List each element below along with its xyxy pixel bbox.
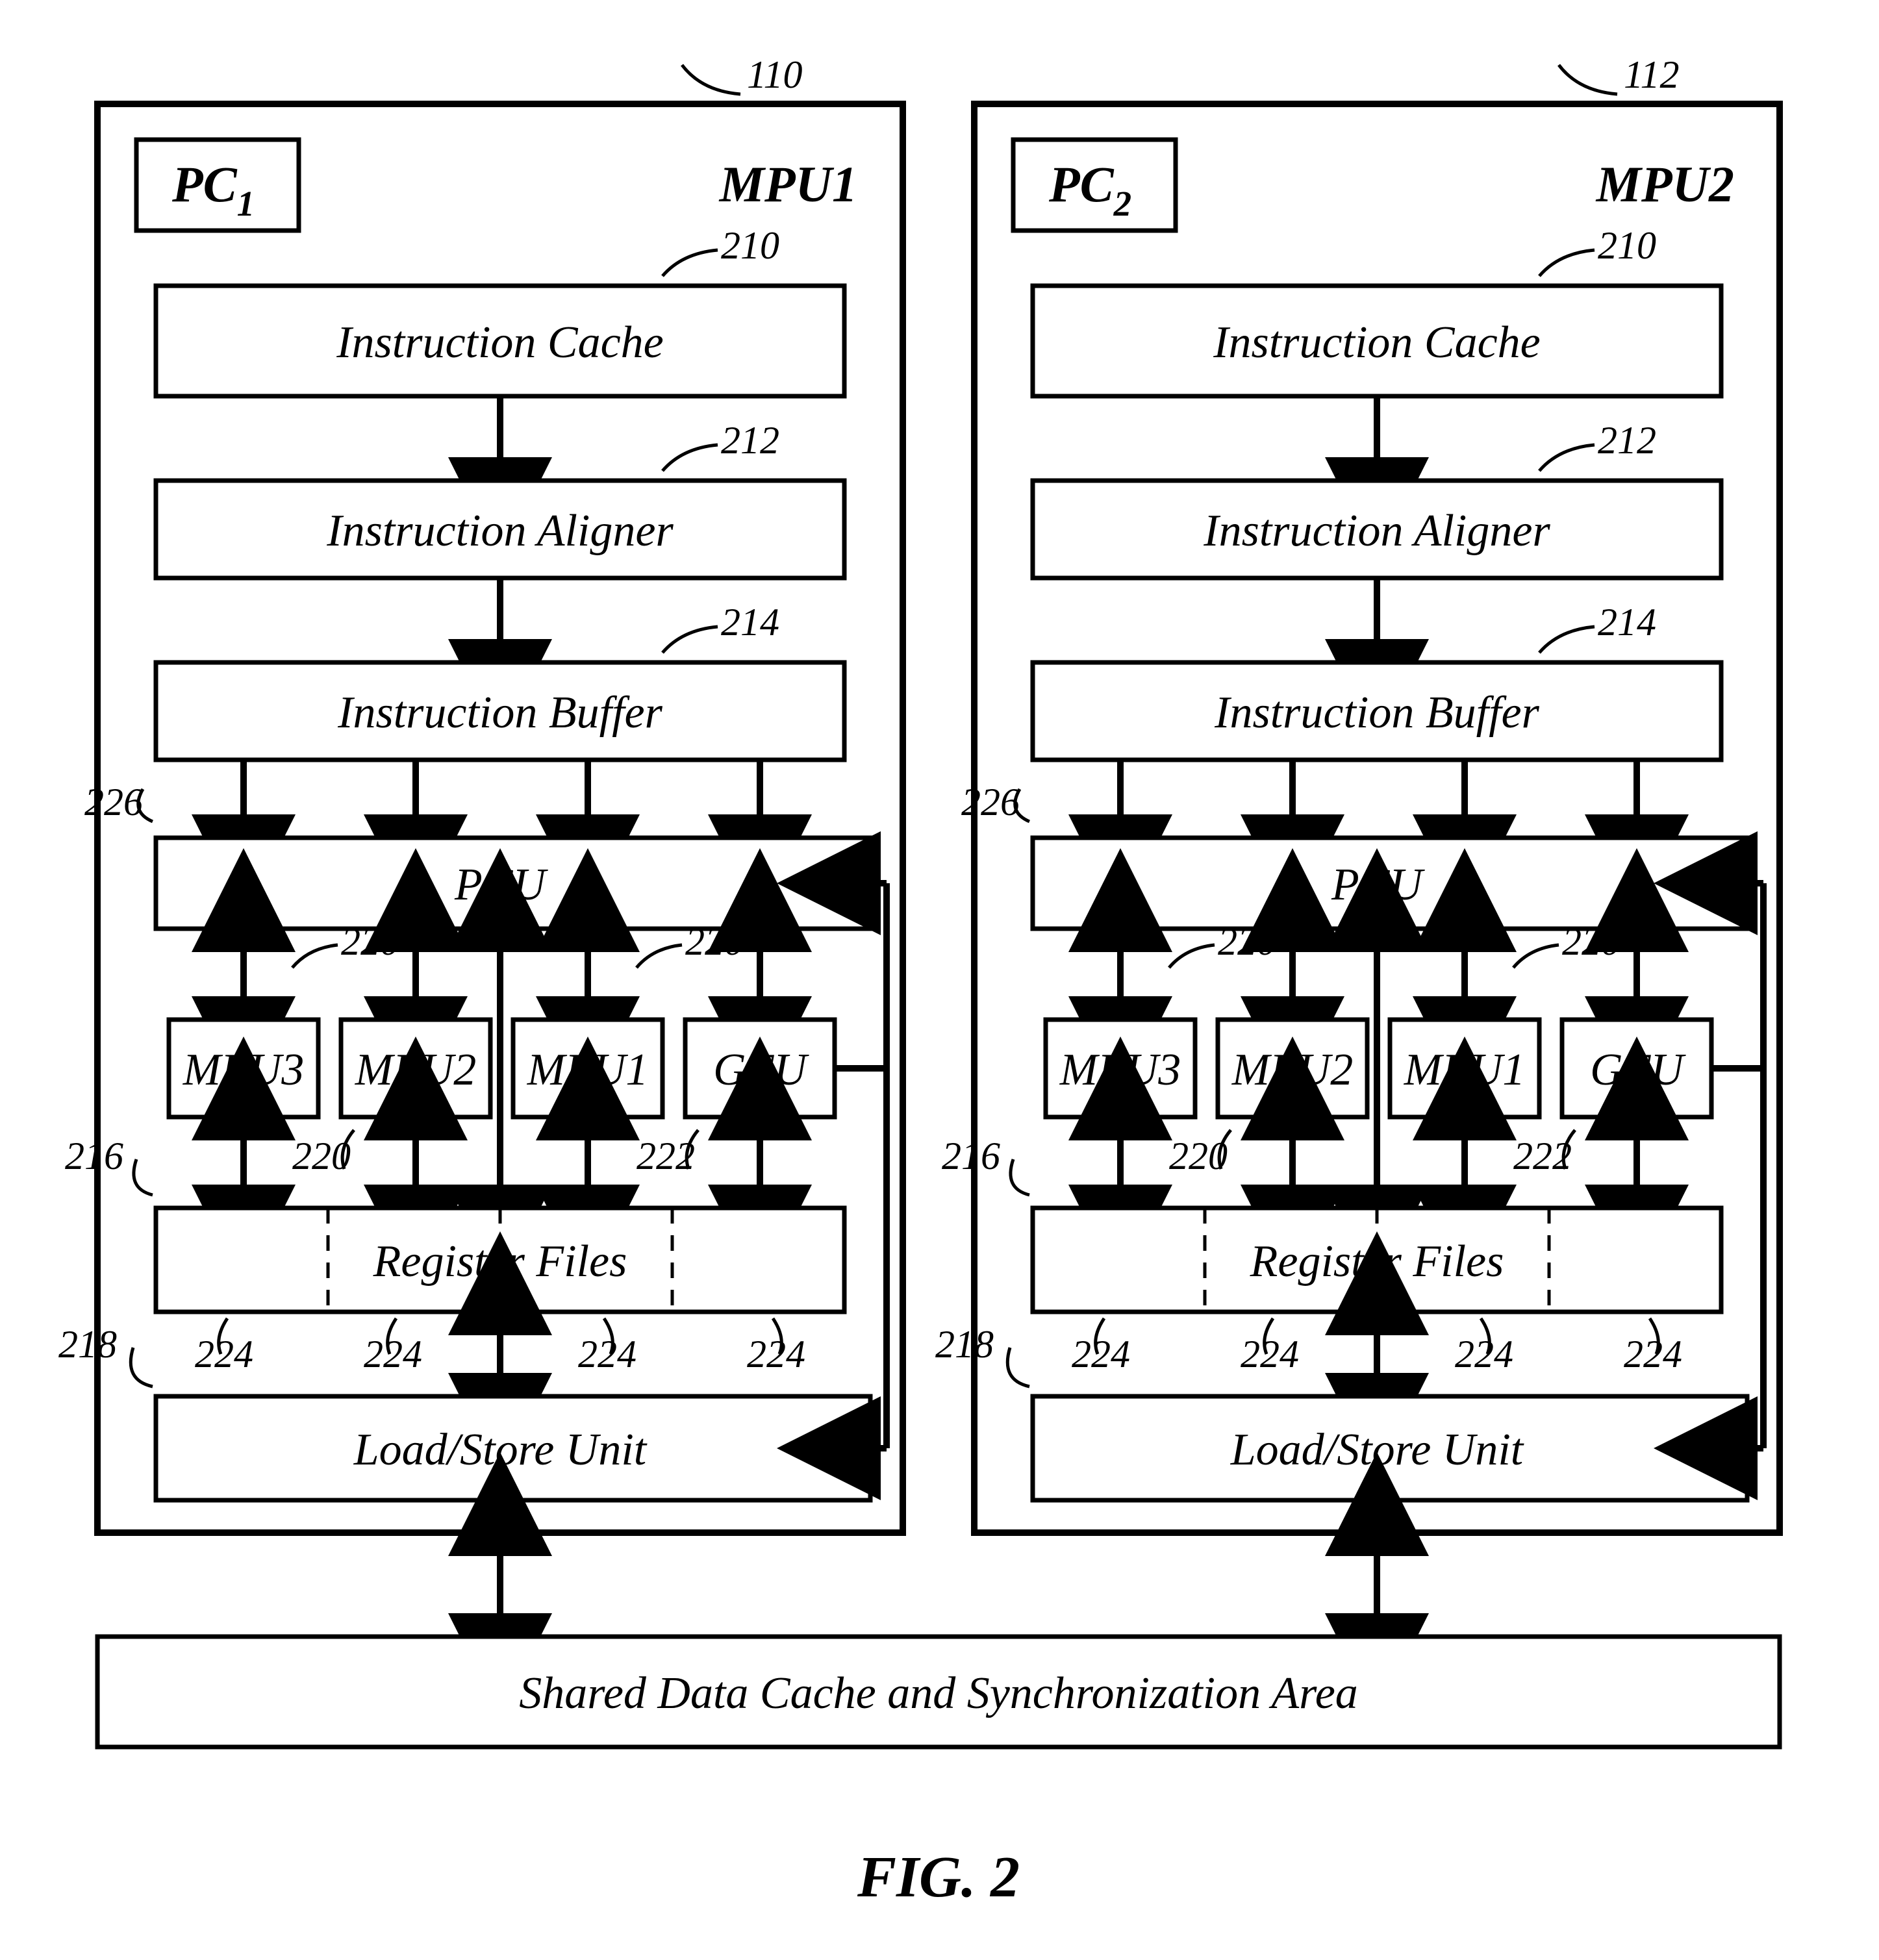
ref-aligner-2: 212 <box>1598 419 1656 462</box>
lead-214-1 <box>662 627 718 653</box>
lead-220a-1 <box>292 945 338 968</box>
ref-aligner-1: 212 <box>721 419 779 462</box>
ref-224b-1: 224 <box>364 1333 422 1376</box>
ref-224a-2: 224 <box>1072 1333 1130 1376</box>
aligner-text-1: Instruction Aligner <box>326 506 674 556</box>
mfu1-text-1: MFU1 <box>527 1045 649 1095</box>
lead-210-2 <box>1539 250 1595 276</box>
figure-caption: FIG. 2 <box>857 1845 1020 1909</box>
icache-text-1: Instruction Cache <box>336 318 664 368</box>
mfu3-text-1: MFU3 <box>183 1045 305 1095</box>
lead-212-2 <box>1539 445 1595 471</box>
ref-mfu2-2: 220 <box>1169 1135 1228 1177</box>
lead-112 <box>1559 65 1617 94</box>
lead-218-1 <box>131 1348 153 1387</box>
mfu2-text-1: MFU2 <box>355 1045 477 1095</box>
aligner-text-2: Instruction Aligner <box>1203 506 1550 556</box>
lead-220a-2 <box>1169 945 1215 968</box>
ref-regfiles-1: 216 <box>65 1135 123 1177</box>
ref-224d-1: 224 <box>747 1333 805 1376</box>
ref-gfu-2: 222 <box>1513 1135 1572 1177</box>
pcu-text-1: PCU <box>454 860 548 910</box>
lead-216-1 <box>134 1159 153 1195</box>
lsu-text-2: Load/Store Unit <box>1230 1425 1524 1475</box>
mpu2-group: 112 PC2 MPU2 210 Instruction Cache 212 I… <box>935 53 1780 1533</box>
ref-mfu3-2: 220 <box>1218 920 1276 963</box>
ref-pcu-2: 226 <box>961 781 1020 823</box>
ref-224a-1: 224 <box>195 1333 253 1376</box>
ref-buffer-2: 214 <box>1598 601 1656 644</box>
regfiles-text-1: Register Files <box>373 1237 627 1287</box>
ref-224d-2: 224 <box>1624 1333 1682 1376</box>
ref-mpu2-outer: 112 <box>1624 53 1680 96</box>
mfu2-text-2: MFU2 <box>1231 1045 1354 1095</box>
mfu3-text-2: MFU3 <box>1059 1045 1181 1095</box>
lead-210-1 <box>662 250 718 276</box>
ref-gfu-1: 222 <box>637 1135 695 1177</box>
mpu1-title: MPU1 <box>718 156 857 212</box>
ref-224b-2: 224 <box>1241 1333 1299 1376</box>
mpu2-title: MPU2 <box>1595 156 1734 212</box>
ref-mfu2-1: 220 <box>292 1135 351 1177</box>
ref-pcu-1: 226 <box>84 781 143 823</box>
mpu1-group: 110 PC1 MPU1 210 Instruction Cache 212 I… <box>58 53 903 1533</box>
ref-lsu-2: 218 <box>935 1323 994 1366</box>
ibuffer-text-2: Instruction Buffer <box>1214 688 1539 738</box>
ref-regfiles-2: 216 <box>942 1135 1000 1177</box>
lead-216-2 <box>1011 1159 1029 1195</box>
ref-icache-1: 210 <box>721 224 779 267</box>
shared-cache-text: Shared Data Cache and Synchronization Ar… <box>519 1668 1358 1718</box>
ref-224c-1: 224 <box>578 1333 637 1376</box>
lead-220c-2 <box>1513 945 1559 968</box>
lead-110 <box>682 65 740 94</box>
lsu-text-1: Load/Store Unit <box>353 1425 648 1475</box>
lead-220c-1 <box>637 945 682 968</box>
ref-mfu1-1: 220 <box>685 920 744 963</box>
gfu-text-1: GFU <box>713 1045 809 1095</box>
ref-icache-2: 210 <box>1598 224 1656 267</box>
ref-mpu1-outer: 110 <box>747 53 803 96</box>
ref-224c-2: 224 <box>1455 1333 1513 1376</box>
ibuffer-text-1: Instruction Buffer <box>337 688 662 738</box>
ref-buffer-1: 214 <box>721 601 779 644</box>
lead-212-1 <box>662 445 718 471</box>
gfu-text-2: GFU <box>1590 1045 1686 1095</box>
diagram-root: text { font-family: Georgia, 'Times New … <box>0 0 1879 1960</box>
pcu-text-2: PCU <box>1331 860 1425 910</box>
ref-mfu3-1: 220 <box>341 920 399 963</box>
icache-text-2: Instruction Cache <box>1213 318 1541 368</box>
regfiles-text-2: Register Files <box>1250 1237 1504 1287</box>
ref-mfu1-2: 220 <box>1562 920 1620 963</box>
lead-218-2 <box>1007 1348 1029 1387</box>
lead-214-2 <box>1539 627 1595 653</box>
mfu1-text-2: MFU1 <box>1404 1045 1526 1095</box>
ref-lsu-1: 218 <box>58 1323 117 1366</box>
